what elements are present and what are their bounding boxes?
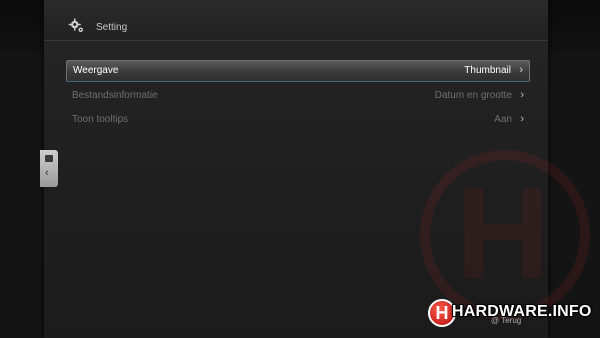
setting-label: Weergave [73, 65, 119, 76]
panel-header: Setting [44, 0, 548, 41]
setting-row-toon-tooltips[interactable]: Toon tooltips Aan › [66, 110, 530, 130]
setting-row-weergave[interactable]: Weergave Thumbnail › [66, 60, 530, 82]
gear-icon [68, 18, 83, 32]
chevron-right-icon: › [520, 89, 524, 101]
side-tab[interactable]: ‹ [40, 150, 58, 187]
watermark-logo: H [420, 150, 590, 320]
setting-value: Thumbnail [464, 65, 511, 76]
chevron-left-icon: ‹ [45, 167, 49, 179]
setting-label: Bestandsinformatie [72, 90, 158, 101]
chevron-right-icon: › [519, 64, 523, 76]
page-title: Setting [96, 22, 128, 33]
settings-list: Weergave Thumbnail › Bestandsinformatie … [66, 60, 530, 134]
watermark-letter: H [456, 160, 550, 306]
chevron-right-icon: › [520, 113, 524, 125]
setting-row-bestandsinformatie[interactable]: Bestandsinformatie Datum en grootte › [66, 86, 530, 106]
setting-value: Datum en grootte [434, 90, 512, 101]
hardware-info-logo: H HARDWARE.INFO [428, 299, 594, 327]
logo-text: HARDWARE.INFO [452, 303, 592, 320]
setting-value: Aan [494, 114, 512, 125]
setting-label: Toon tooltips [72, 114, 129, 125]
tab-icon [45, 155, 53, 162]
